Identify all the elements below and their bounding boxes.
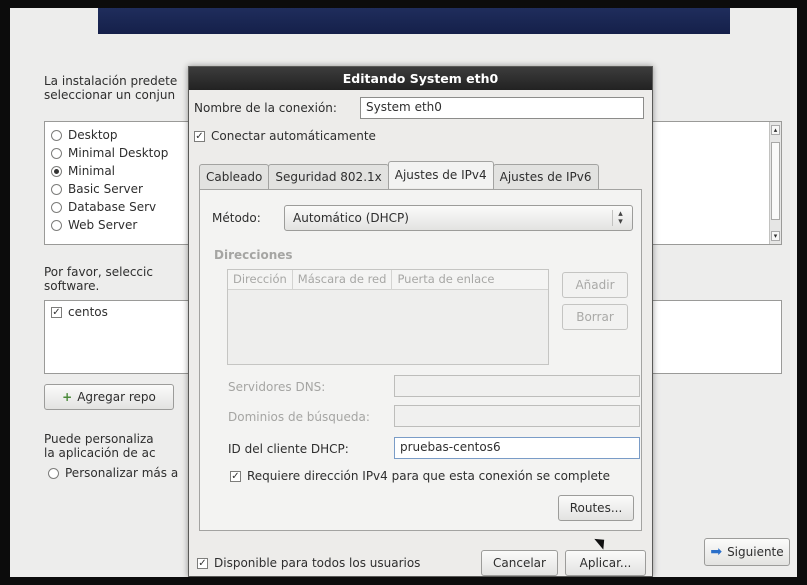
dialog-title: Editando System eth0 bbox=[189, 67, 652, 90]
install-option-label: Basic Server bbox=[68, 182, 143, 196]
connection-name-label: Nombre de la conexión: bbox=[194, 101, 337, 115]
column-address[interactable]: Dirección bbox=[228, 270, 293, 289]
customize-text-line2: la aplicación de ac bbox=[44, 446, 156, 460]
settings-tabs: Cableado Seguridad 802.1x Ajustes de IPv… bbox=[199, 161, 599, 189]
add-repo-button[interactable]: + Agregar repo bbox=[44, 384, 174, 410]
column-netmask[interactable]: Máscara de red bbox=[293, 270, 393, 289]
tab-8021x-security[interactable]: Seguridad 802.1x bbox=[268, 164, 389, 189]
install-option-label: Desktop bbox=[68, 128, 118, 142]
cancel-button[interactable]: Cancelar bbox=[481, 550, 558, 576]
install-option[interactable]: Desktop bbox=[51, 128, 118, 142]
install-option[interactable]: Minimal bbox=[51, 164, 115, 178]
auto-connect-label: Conectar automáticamente bbox=[211, 129, 376, 143]
dhcp-client-id-input[interactable]: pruebas-centos6 bbox=[394, 437, 640, 459]
radio-icon[interactable] bbox=[51, 219, 62, 231]
available-all-users-checkbox[interactable]: ✓ Disponible para todos los usuarios bbox=[197, 556, 420, 570]
require-ipv4-checkbox[interactable]: ✓ Requiere dirección IPv4 para que esta … bbox=[230, 469, 610, 483]
search-domains-label: Dominios de búsqueda: bbox=[228, 410, 370, 424]
method-select[interactable]: Automático (DHCP) ▴ ▾ bbox=[284, 205, 633, 231]
addresses-heading: Direcciones bbox=[214, 248, 293, 262]
repo-prompt-line1: Por favor, seleccic bbox=[44, 265, 153, 279]
dns-servers-input[interactable] bbox=[394, 375, 640, 397]
dns-servers-label: Servidores DNS: bbox=[228, 380, 326, 394]
repo-prompt-line2: software. bbox=[44, 279, 100, 293]
scroll-down-icon[interactable]: ▾ bbox=[771, 231, 780, 241]
tab-ipv6-settings[interactable]: Ajustes de IPv6 bbox=[492, 164, 599, 189]
checkbox-icon[interactable]: ✓ bbox=[230, 470, 241, 482]
column-gateway[interactable]: Puerta de enlace bbox=[392, 270, 499, 289]
updown-arrow-icon: ▴ ▾ bbox=[612, 210, 628, 227]
next-label: Siguiente bbox=[727, 545, 784, 559]
add-address-button[interactable]: Añadir bbox=[562, 272, 628, 298]
search-domains-input[interactable] bbox=[394, 405, 640, 427]
connection-name-input[interactable]: System eth0 bbox=[360, 97, 644, 119]
next-button[interactable]: ➡ Siguiente bbox=[704, 538, 790, 566]
install-option-label: Web Server bbox=[68, 218, 138, 232]
dhcp-client-id-label: ID del cliente DHCP: bbox=[228, 442, 349, 456]
radio-icon[interactable] bbox=[48, 467, 59, 479]
method-label: Método: bbox=[212, 211, 261, 225]
add-repo-label: Agregar repo bbox=[77, 390, 156, 404]
install-option[interactable]: Minimal Desktop bbox=[51, 146, 168, 160]
customize-now-option[interactable]: Personalizar más a bbox=[48, 466, 178, 480]
install-option[interactable]: Web Server bbox=[51, 218, 137, 232]
radio-icon[interactable] bbox=[51, 201, 62, 213]
install-option-label: Minimal bbox=[68, 164, 116, 178]
method-select-value: Automático (DHCP) bbox=[293, 211, 409, 225]
checkbox-icon[interactable]: ✓ bbox=[51, 306, 62, 318]
install-option-label: Database Serv bbox=[68, 200, 157, 214]
install-option[interactable]: Basic Server bbox=[51, 182, 143, 196]
radio-icon[interactable] bbox=[51, 183, 62, 195]
install-options-scrollbar[interactable]: ▴ ▾ bbox=[769, 122, 781, 244]
tab-ipv4-settings[interactable]: Ajustes de IPv4 bbox=[387, 161, 494, 188]
apply-button[interactable]: Aplicar... bbox=[565, 550, 646, 576]
scroll-thumb[interactable] bbox=[771, 142, 780, 220]
radio-icon[interactable] bbox=[51, 129, 62, 141]
scroll-up-icon[interactable]: ▴ bbox=[771, 125, 780, 135]
arrow-right-icon: ➡ bbox=[710, 544, 723, 560]
radio-icon[interactable] bbox=[51, 147, 62, 159]
installer-screen: La instalación predete seleccionar un co… bbox=[10, 8, 797, 577]
intro-text-line2: seleccionar un conjun bbox=[44, 88, 176, 102]
checkbox-icon[interactable]: ✓ bbox=[194, 130, 205, 142]
ipv4-settings-pane: Método: Automático (DHCP) ▴ ▾ Direcciones… bbox=[199, 189, 642, 531]
customize-now-label: Personalizar más a bbox=[65, 466, 179, 480]
install-option-label: Minimal Desktop bbox=[68, 146, 169, 160]
install-option[interactable]: Database Serv bbox=[51, 200, 156, 214]
customize-text-line1: Puede personaliza bbox=[44, 432, 154, 446]
require-ipv4-label: Requiere dirección IPv4 para que esta co… bbox=[247, 469, 611, 483]
checkbox-icon[interactable]: ✓ bbox=[197, 557, 208, 569]
available-all-users-label: Disponible para todos los usuarios bbox=[214, 556, 421, 570]
addresses-table[interactable]: Dirección Máscara de red Puerta de enlac… bbox=[227, 269, 549, 365]
edit-connection-dialog: Editando System eth0 Nombre de la conexi… bbox=[188, 66, 653, 577]
repo-item-label: centos bbox=[68, 305, 108, 319]
plus-icon: + bbox=[62, 390, 73, 404]
intro-text-line1: La instalación predete bbox=[44, 74, 178, 88]
delete-address-button[interactable]: Borrar bbox=[562, 304, 628, 330]
auto-connect-checkbox[interactable]: ✓ Conectar automáticamente bbox=[194, 129, 376, 143]
tab-wired[interactable]: Cableado bbox=[199, 164, 270, 189]
installer-banner bbox=[98, 8, 730, 34]
addresses-table-header: Dirección Máscara de red Puerta de enlac… bbox=[228, 270, 548, 290]
radio-icon[interactable] bbox=[51, 165, 62, 177]
repo-item-centos[interactable]: ✓ centos bbox=[51, 305, 108, 319]
routes-button[interactable]: Routes... bbox=[558, 495, 634, 521]
